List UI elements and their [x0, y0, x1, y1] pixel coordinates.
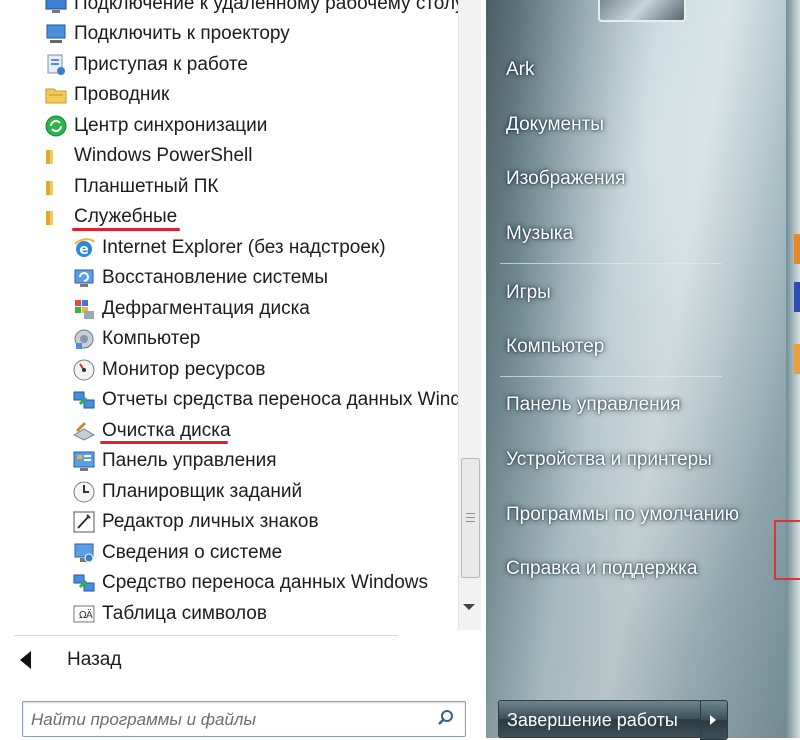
program-label: Монитор ресурсов	[102, 359, 266, 380]
system-info-icon	[72, 541, 96, 565]
program-label: Проводник	[74, 84, 170, 105]
right-item-help-support[interactable]: Справка и поддержка	[506, 554, 697, 584]
scrollbar-grip-icon	[466, 513, 475, 523]
program-label: Служебные	[74, 206, 178, 227]
folder-open-icon	[44, 205, 68, 229]
program-label: Планшетный ПК	[74, 176, 219, 197]
program-item-sync-center[interactable]: Центр синхронизации	[44, 112, 267, 140]
program-label: Подключение к удаленному рабочему столу	[74, 0, 458, 14]
program-label: Панель управления	[102, 450, 277, 471]
program-item-control-panel[interactable]: Панель управления	[72, 447, 277, 475]
remote-desktop-icon	[44, 0, 68, 16]
program-label: Отчеты средства переноса данных Windows	[102, 389, 458, 410]
scrollbar-thumb[interactable]	[461, 458, 480, 578]
folder-icon	[44, 175, 68, 199]
character-editor-icon	[72, 510, 96, 534]
svg-text:e: e	[79, 242, 89, 258]
search-icon[interactable]	[437, 709, 455, 727]
program-label: Планировщик заданий	[102, 481, 303, 502]
program-label: Приступая к работе	[74, 54, 248, 75]
program-item-remote-desktop[interactable]: Подключение к удаленному рабочему столу	[44, 0, 458, 18]
program-label: Internet Explorer (без надстроек)	[102, 237, 386, 258]
program-label: Таблица символов	[102, 603, 267, 624]
accent-strip-orange	[794, 234, 800, 264]
program-list-scrollbar[interactable]	[458, 0, 481, 630]
user-picture[interactable]	[598, 0, 686, 22]
sync-center-icon	[44, 114, 68, 138]
right-item-default-programs[interactable]: Программы по умолчанию	[506, 500, 739, 530]
character-map-icon: ΩÄ	[72, 602, 96, 626]
right-menu-separator	[500, 376, 722, 377]
folder-icon	[44, 144, 68, 168]
program-item-system-info[interactable]: Сведения о системе	[72, 539, 282, 567]
program-item-accessories-folder[interactable]: Служебные	[44, 203, 177, 231]
program-label: Подключить к проектору	[74, 23, 290, 44]
resource-monitor-icon	[72, 358, 96, 382]
program-item-computer[interactable]: Компьютер	[72, 325, 200, 353]
svg-text:Ä: Ä	[86, 608, 93, 621]
program-item-disk-defragmenter[interactable]: Дефрагментация диска	[72, 295, 310, 323]
scroll-down-arrow-icon[interactable]	[463, 604, 475, 610]
right-item-devices-printers[interactable]: Устройства и принтеры	[506, 445, 712, 475]
transfer-reports-icon	[72, 388, 96, 412]
program-item-powershell[interactable]: Windows PowerShell	[44, 142, 252, 170]
shutdown-options-arrow-icon[interactable]	[700, 700, 728, 740]
program-item-character-editor[interactable]: Редактор личных знаков	[72, 508, 319, 536]
right-item-games[interactable]: Игры	[506, 278, 551, 308]
task-scheduler-icon	[72, 480, 96, 504]
right-item-music[interactable]: Музыка	[506, 219, 573, 249]
right-menu-separator	[500, 263, 722, 264]
annotation-red-box	[774, 520, 800, 580]
right-item-user-folder[interactable]: Ark	[506, 55, 535, 85]
program-label: Средство переноса данных Windows	[102, 572, 428, 593]
program-item-tablet-pc[interactable]: Планшетный ПК	[44, 173, 218, 201]
search-input[interactable]	[31, 708, 421, 732]
getting-started-icon	[44, 53, 68, 77]
back-label: Назад	[67, 649, 122, 670]
program-item-easy-transfer[interactable]: Средство переноса данных Windows	[72, 569, 428, 597]
menu-separator	[14, 635, 398, 636]
accent-strip-orange	[794, 344, 800, 374]
program-list: Подключение к удаленному рабочему столу …	[0, 0, 458, 630]
disk-cleanup-icon	[72, 419, 96, 443]
program-item-transfer-reports[interactable]: Отчеты средства переноса данных Windows	[72, 386, 458, 414]
projector-icon	[44, 22, 68, 46]
program-item-system-restore[interactable]: Восстановление системы	[72, 264, 328, 292]
program-item-projector[interactable]: Подключить к проектору	[44, 20, 290, 48]
shutdown-button[interactable]: Завершение работы	[498, 700, 701, 738]
back-button[interactable]: Назад	[20, 645, 121, 675]
back-arrow-icon	[20, 651, 31, 669]
program-label: Windows PowerShell	[74, 145, 253, 166]
program-item-explorer[interactable]: Проводник	[44, 81, 169, 109]
accent-strip-blue	[794, 282, 800, 312]
explorer-folder-icon	[44, 83, 68, 107]
right-item-computer[interactable]: Компьютер	[506, 332, 604, 362]
program-label: Сведения о системе	[102, 542, 283, 563]
internet-explorer-icon: e	[72, 236, 96, 260]
program-item-task-scheduler[interactable]: Планировщик заданий	[72, 478, 302, 506]
right-item-documents[interactable]: Документы	[506, 110, 604, 140]
computer-icon	[72, 327, 96, 351]
disk-defragmenter-icon	[72, 297, 96, 321]
program-label: Дефрагментация диска	[102, 298, 310, 319]
control-panel-icon	[72, 449, 96, 473]
highlight-underline	[100, 441, 228, 444]
system-restore-icon	[72, 266, 96, 290]
program-item-getting-started[interactable]: Приступая к работе	[44, 51, 248, 79]
right-item-pictures[interactable]: Изображения	[506, 164, 625, 194]
easy-transfer-icon	[72, 571, 96, 595]
program-label: Центр синхронизации	[74, 115, 268, 136]
program-label: Компьютер	[102, 328, 201, 349]
program-item-character-map[interactable]: ΩÄ Таблица символов	[72, 600, 267, 628]
program-item-resource-monitor[interactable]: Монитор ресурсов	[72, 356, 265, 384]
program-label: Восстановление системы	[102, 267, 329, 288]
program-item-ie-no-addons[interactable]: e Internet Explorer (без надстроек)	[72, 234, 386, 262]
search-box[interactable]	[22, 701, 466, 737]
program-label: Редактор личных знаков	[102, 511, 319, 532]
right-item-control-panel[interactable]: Панель управления	[506, 390, 681, 420]
start-menu-left-pane: Подключение к удаленному рабочему столу …	[0, 0, 486, 738]
highlight-underline	[72, 228, 180, 231]
